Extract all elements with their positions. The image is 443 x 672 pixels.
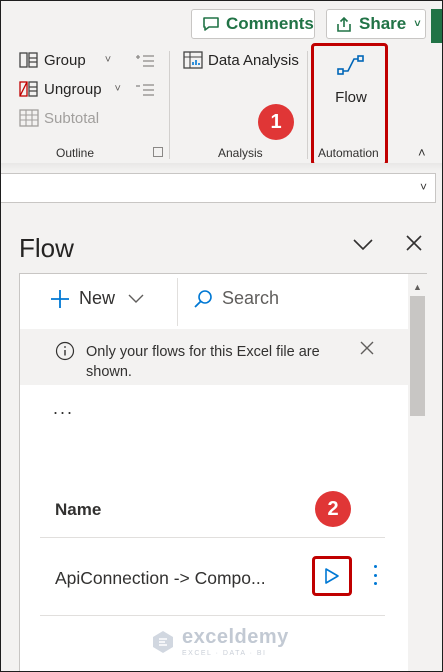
subtotal-label: Subtotal (44, 109, 100, 127)
analysis-section-label: Analysis (218, 146, 263, 160)
pane-title: Flow (19, 233, 74, 263)
share-label: Share (359, 14, 407, 33)
ungroup-label: Ungroup (44, 80, 102, 98)
data-analysis-icon (183, 51, 203, 69)
close-icon[interactable] (404, 233, 424, 253)
dismiss-info-close-icon[interactable] (359, 340, 375, 356)
outline-section-label: Outline (56, 146, 95, 160)
ribbon-divider (307, 51, 308, 159)
title-bar: Comments Share ˅ (1, 1, 442, 73)
row-divider (40, 615, 385, 616)
watermark-name: exceldemy (182, 626, 289, 648)
more-vertical-icon[interactable] (370, 562, 380, 588)
flow-addin-frame: New Search Only your flows for this Exce… (19, 273, 427, 671)
subtotal-icon (19, 109, 39, 127)
command-bar: New Search (20, 274, 408, 329)
data-analysis-button[interactable]: Data Analysis (183, 51, 299, 69)
collapse-ribbon-icon[interactable]: ˄ (418, 145, 426, 160)
scroll-up-arrow-icon[interactable]: ▲ (413, 282, 422, 292)
group-icon (19, 52, 38, 68)
exceldemy-logo-icon (153, 630, 173, 653)
data-analysis-label: Data Analysis (208, 51, 299, 69)
info-icon (55, 341, 75, 361)
plus-icon (51, 289, 69, 308)
step-2-badge: 2 (315, 491, 351, 527)
flow-highlight-box (311, 43, 388, 166)
ribbon-shadow (1, 163, 442, 171)
watermark-tagline: EXCEL · DATA · BI (182, 650, 267, 657)
show-detail-button[interactable] (135, 53, 155, 69)
flow-name: ApiConnection -> Compo... (55, 568, 266, 588)
command-divider (177, 278, 178, 326)
play-icon (325, 568, 339, 584)
share-button[interactable]: Share ˅ (326, 9, 426, 39)
pane-scrollbar[interactable]: ▲ (408, 274, 427, 671)
subtotal-button[interactable]: Subtotal (19, 109, 99, 127)
pane-options-chevron-icon[interactable] (351, 234, 375, 254)
comments-label: Comments (226, 14, 314, 33)
ribbon: Group ˅ Ungroup ˅ Subtotal Outline Data … (1, 43, 442, 166)
info-message-bar: Only your flows for this Excel file are … (20, 329, 408, 385)
flow-task-pane: Flow New Search Only your flows for this… (1, 216, 442, 671)
show-detail-icon (136, 55, 154, 67)
share-icon (337, 16, 351, 32)
new-label: New (79, 288, 116, 308)
step-1-badge: 1 (258, 104, 294, 140)
ribbon-divider (169, 51, 170, 159)
chevron-down-icon[interactable]: ˅ (414, 18, 420, 30)
expand-formula-bar-icon[interactable]: ˅ (420, 180, 427, 194)
ungroup-button[interactable]: Ungroup ˅ (19, 80, 121, 98)
search-label: Search (222, 288, 280, 308)
hide-detail-icon (136, 84, 154, 96)
dialog-launcher-icon[interactable] (153, 147, 163, 157)
ungroup-icon (19, 81, 38, 97)
chevron-down-icon[interactable]: ˅ (115, 83, 121, 95)
name-column-header[interactable]: Name (55, 500, 101, 520)
group-label: Group (44, 51, 86, 69)
search-button[interactable]: Search (193, 288, 279, 309)
comment-icon (203, 17, 219, 31)
info-message-text: Only your flows for this Excel file are … (86, 344, 320, 380)
chevron-down-icon[interactable]: ˅ (105, 54, 111, 66)
new-flow-button[interactable]: New (50, 288, 144, 309)
run-flow-button[interactable] (312, 556, 352, 596)
exceldemy-watermark: exceldemy EXCEL · DATA · BI (150, 626, 289, 657)
chevron-down-icon (128, 294, 144, 303)
excel-window: Comments Share ˅ Group ˅ Ungroup ˅ Subto… (0, 0, 443, 672)
search-icon (194, 289, 212, 308)
flow-list-item[interactable]: ApiConnection -> Compo... (40, 538, 385, 616)
more-options-button[interactable]: ... (53, 398, 74, 419)
scrollbar-thumb[interactable] (410, 296, 425, 416)
formula-bar[interactable]: ˅ (1, 173, 436, 203)
comments-button[interactable]: Comments (191, 9, 315, 39)
group-button[interactable]: Group ˅ (19, 51, 111, 69)
hide-detail-button[interactable] (135, 82, 155, 98)
